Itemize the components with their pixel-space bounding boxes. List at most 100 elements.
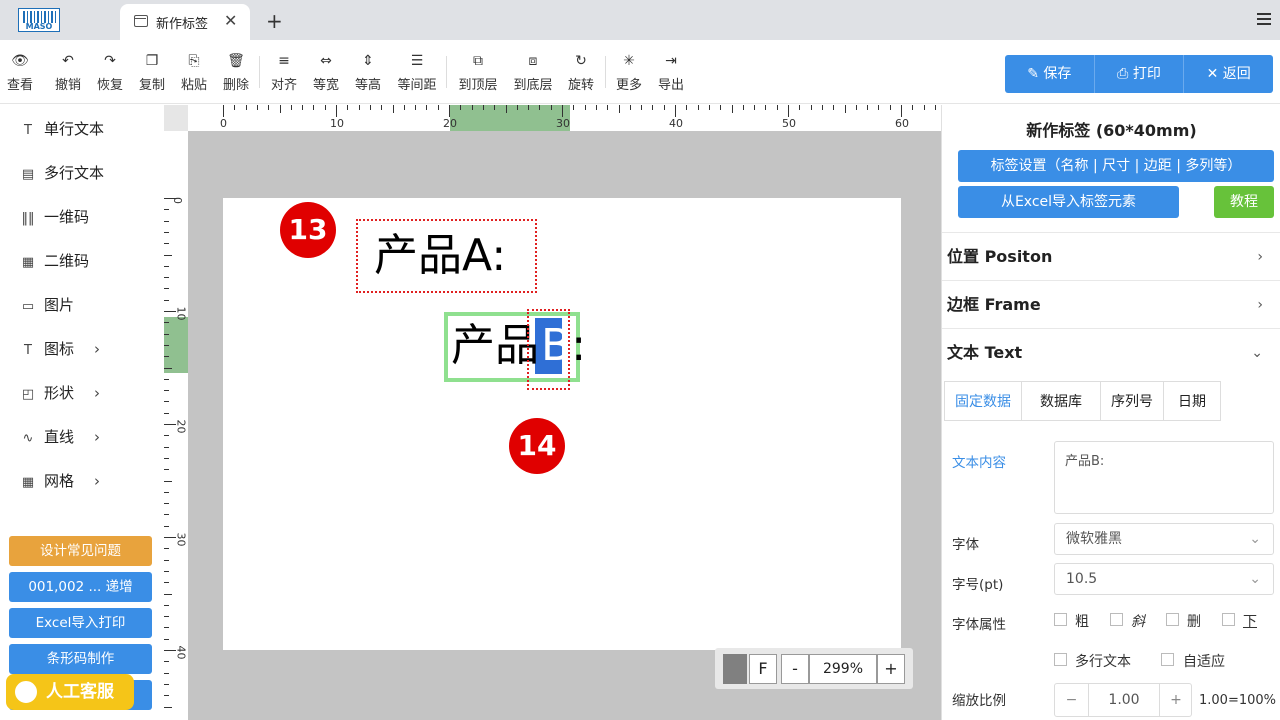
- trash-icon: 🗑: [227, 53, 245, 69]
- horizontal-ruler: 0 10 20 30 40 50 60: [188, 105, 941, 131]
- ruler-tick: [164, 435, 169, 437]
- shape-icon: ◰: [21, 387, 35, 402]
- color-swatch[interactable]: [723, 654, 747, 684]
- tab-new-label[interactable]: 新作标签 ✕: [120, 4, 250, 40]
- faq-button[interactable]: 设计常见问题: [9, 536, 152, 566]
- ruler-tick: [164, 525, 169, 527]
- ruler-label: 10: [174, 306, 188, 321]
- view-button[interactable]: 👁 查看: [6, 52, 34, 96]
- ruler-tick: [290, 105, 292, 110]
- ruler-tick: [799, 105, 801, 110]
- tutorial-button[interactable]: 教程: [1214, 186, 1274, 218]
- ruler-tick: [697, 105, 699, 110]
- scale-input[interactable]: 1.00: [1089, 684, 1159, 716]
- autofit-checkbox[interactable]: [1161, 653, 1174, 666]
- ruler-tick: [765, 105, 767, 110]
- ruler-tick: [164, 367, 172, 369]
- text-element-a[interactable]: 产品A:: [374, 228, 506, 284]
- section-frame[interactable]: 边框 Frame ›: [942, 280, 1280, 328]
- sidebar-item-single-text[interactable]: T 单行文本: [20, 117, 150, 141]
- more-button[interactable]: ✳ 更多: [615, 52, 643, 96]
- font-select[interactable]: 微软雅黑 ⌄: [1054, 523, 1274, 555]
- bold-checkbox[interactable]: [1054, 613, 1067, 626]
- rotate-button[interactable]: ↻ 旋转: [567, 52, 595, 96]
- ruler-tick: [164, 491, 169, 493]
- sidebar-item-multi-text[interactable]: ▤ 多行文本: [20, 161, 150, 185]
- delete-button[interactable]: 🗑 删除: [222, 52, 250, 96]
- tab-date[interactable]: 日期: [1163, 381, 1221, 421]
- same-width-button[interactable]: ⇔ 等宽: [312, 52, 340, 96]
- save-button[interactable]: ✎ 保存: [1005, 55, 1095, 93]
- hamburger-menu-icon[interactable]: [1257, 13, 1271, 25]
- multiline-checkbox[interactable]: [1054, 653, 1067, 666]
- new-tab-button[interactable]: +: [266, 9, 283, 33]
- sidebar-item-icon[interactable]: T 图标 ›: [20, 337, 150, 361]
- ruler-tick: [164, 604, 169, 606]
- ruler-tick: [516, 105, 518, 110]
- ruler-tick: [426, 105, 428, 110]
- scale-decrement-button[interactable]: −: [1055, 684, 1089, 716]
- font-attr-label: 字体属性: [952, 617, 1006, 633]
- ruler-tick: [437, 105, 439, 110]
- ruler-tick: [164, 344, 169, 346]
- ruler-tick: [494, 105, 496, 110]
- sidebar-item-line[interactable]: ∿ 直线 ›: [20, 425, 150, 449]
- ruler-tick: [754, 105, 756, 110]
- send-to-bottom-button[interactable]: ⧈ 到底层: [512, 52, 554, 96]
- zoom-value[interactable]: 299%: [809, 654, 877, 684]
- export-button[interactable]: ⇥ 导出: [657, 52, 685, 96]
- ruler-tick: [878, 105, 880, 110]
- sidebar-item-qrcode[interactable]: ▦ 二维码: [20, 249, 150, 273]
- excel-import-elements-button[interactable]: 从Excel导入标签元素: [958, 186, 1179, 218]
- zoom-in-button[interactable]: +: [877, 654, 905, 684]
- same-spacing-button[interactable]: ☰ 等间距: [396, 52, 438, 96]
- ruler-label: 30: [174, 532, 188, 547]
- scale-increment-button[interactable]: +: [1159, 684, 1192, 716]
- back-button[interactable]: ✕ 返回: [1184, 55, 1273, 93]
- sidebar-item-shape[interactable]: ◰ 形状 ›: [20, 381, 150, 405]
- line-icon: ∿: [22, 431, 34, 446]
- excel-import-print-button[interactable]: Excel导入打印: [9, 608, 152, 638]
- italic-checkbox[interactable]: [1110, 613, 1123, 626]
- bring-to-top-button[interactable]: ⧉ 到顶层: [457, 52, 499, 96]
- same-height-button[interactable]: ⇕ 等高: [354, 52, 382, 96]
- selection-box[interactable]: [527, 309, 570, 390]
- action-button-group: ✎ 保存 ⎙ 打印 ✕ 返回: [1005, 55, 1273, 93]
- section-text[interactable]: 文本 Text ⌄: [942, 328, 1280, 376]
- ruler-tick: [164, 220, 169, 222]
- increment-button[interactable]: 001,002 ... 递增: [9, 572, 152, 602]
- zoom-out-button[interactable]: -: [781, 654, 809, 684]
- ruler-tick: [505, 105, 507, 113]
- paste-button[interactable]: ⎘ 粘贴: [180, 52, 208, 96]
- print-button[interactable]: ⎙ 打印: [1095, 55, 1185, 93]
- scale-stepper[interactable]: − 1.00 +: [1054, 683, 1192, 717]
- properties-panel: 新作标签 (60*40mm) 标签设置（名称 | 尺寸 | 边距 | 多列等） …: [941, 105, 1280, 720]
- label-paper[interactable]: [223, 198, 901, 650]
- step-badge: 13: [280, 202, 336, 258]
- customer-service-button[interactable]: 人工客服: [6, 674, 134, 710]
- undo-button[interactable]: ↶ 撤销: [54, 52, 82, 96]
- close-icon[interactable]: ✕: [224, 11, 237, 30]
- tab-database[interactable]: 数据库: [1021, 381, 1101, 421]
- document-icon: ▤: [21, 167, 35, 182]
- fit-button[interactable]: F: [749, 654, 777, 684]
- font-size-select[interactable]: 10.5 ⌄: [1054, 563, 1274, 595]
- ruler-tick: [867, 105, 869, 110]
- sidebar-item-image[interactable]: ▭ 图片: [20, 293, 150, 317]
- chevron-down-icon: ⌄: [1249, 571, 1261, 587]
- copy-button[interactable]: ❐ 复制: [138, 52, 166, 96]
- sidebar-item-grid[interactable]: ▦ 网格 ›: [20, 469, 150, 493]
- tab-fixed-data[interactable]: 固定数据: [944, 381, 1022, 421]
- align-button[interactable]: ≡ 对齐: [270, 52, 298, 96]
- redo-button[interactable]: ↷ 恢复: [96, 52, 124, 96]
- underline-checkbox[interactable]: [1222, 613, 1235, 626]
- ruler-tick: [164, 672, 169, 674]
- sidebar-item-barcode[interactable]: ‖‖ 一维码: [20, 205, 150, 229]
- chevron-down-icon: ⌄: [1249, 531, 1261, 547]
- section-position[interactable]: 位置 Positon ›: [942, 232, 1280, 280]
- barcode-make-button[interactable]: 条形码制作: [9, 644, 152, 674]
- label-settings-button[interactable]: 标签设置（名称 | 尺寸 | 边距 | 多列等）: [958, 150, 1274, 182]
- strike-checkbox[interactable]: [1166, 613, 1179, 626]
- tab-serial[interactable]: 序列号: [1100, 381, 1164, 421]
- text-content-textarea[interactable]: 产品B:: [1054, 441, 1274, 514]
